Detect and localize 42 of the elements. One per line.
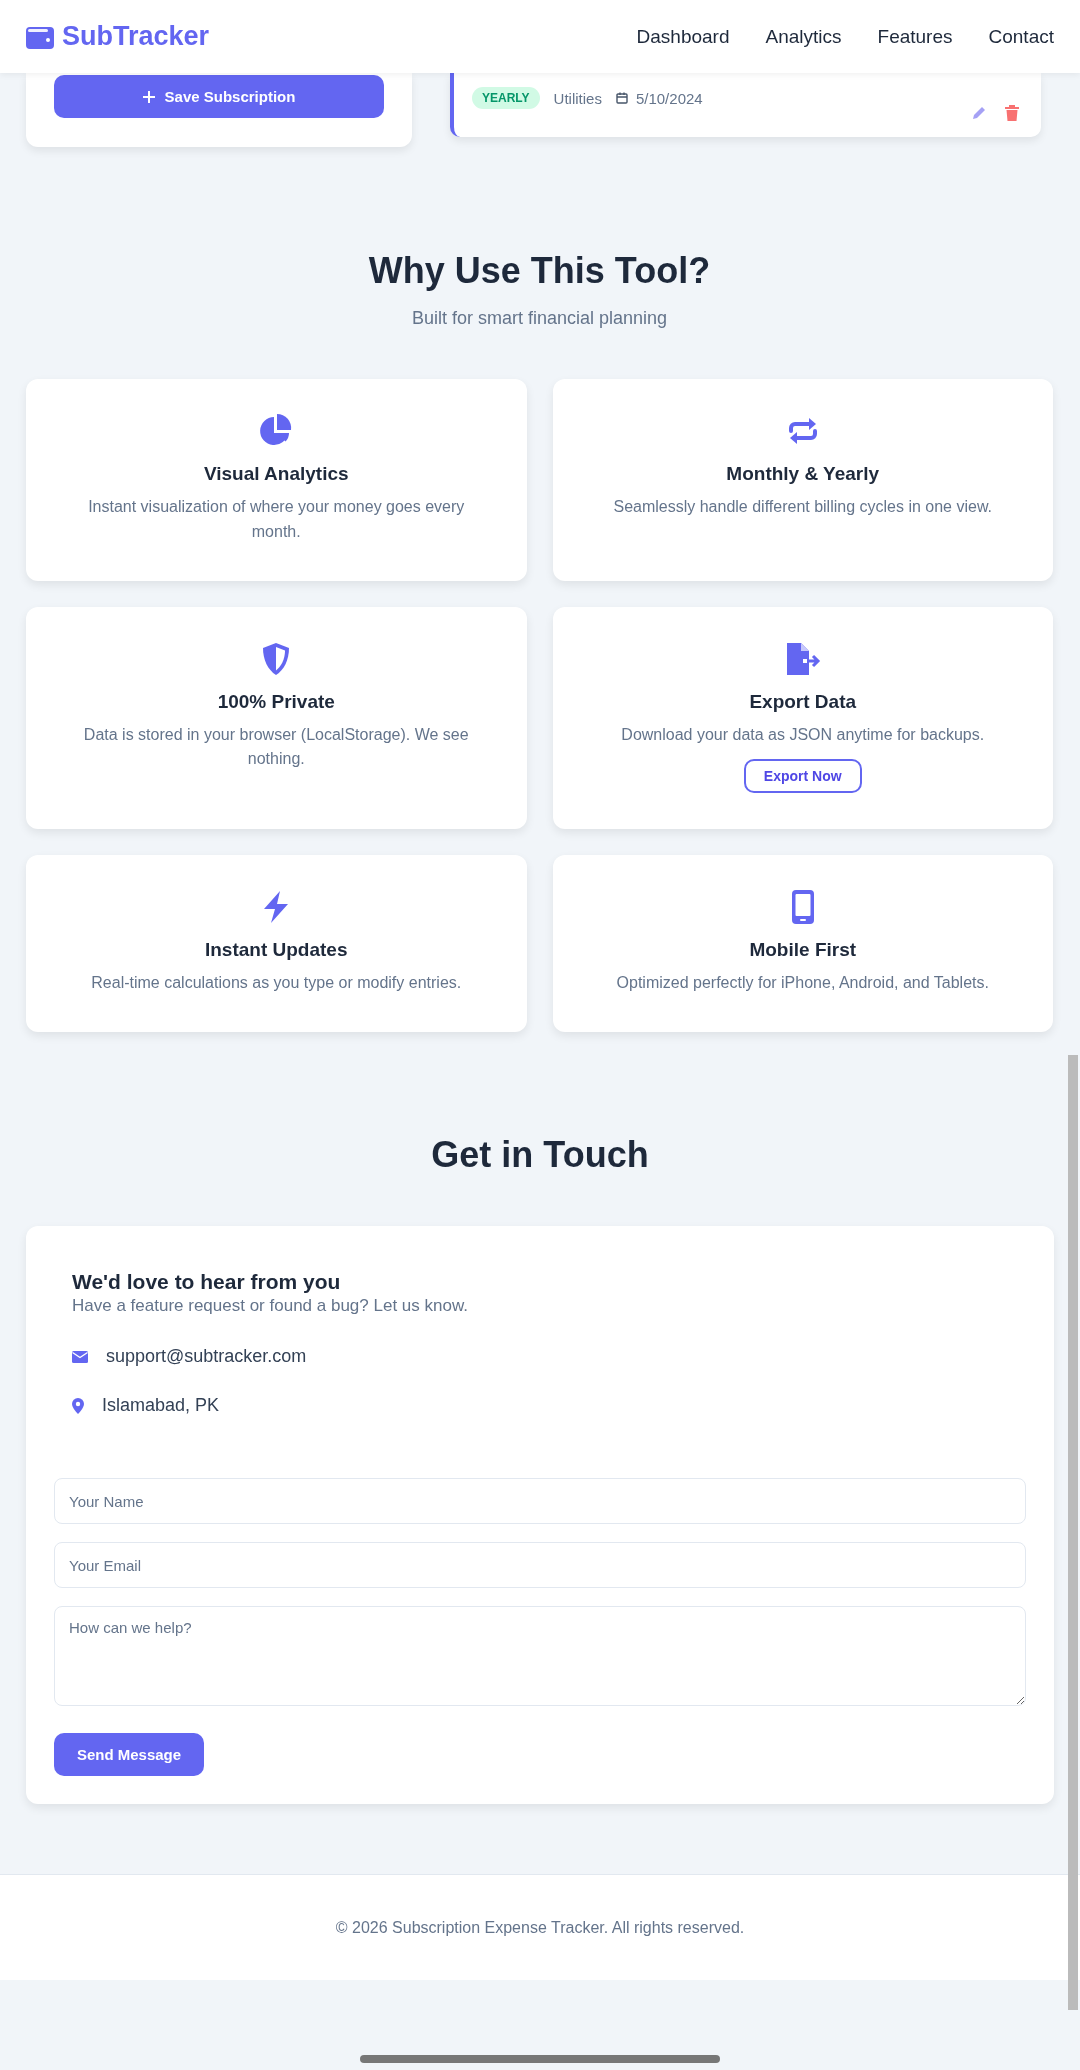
- plus-icon: [142, 90, 155, 103]
- email-text: support@subtracker.com: [106, 1346, 307, 1368]
- feature-description: Optimized perfectly for iPhone, Android, and Tablets.: [616, 973, 989, 994]
- footer-text: © 2026 Subscription Expense Tracker. All rights reserved.: [335, 1918, 745, 1937]
- feature-description: Instant visualization of where your money goes every month.: [87, 497, 466, 542]
- nav-link[interactable]: Features: [877, 25, 953, 48]
- input-field[interactable]: Your Email: [54, 1542, 1026, 1589]
- nav-link[interactable]: Dashboard: [636, 25, 730, 48]
- export-now-button[interactable]: Export Now: [743, 759, 862, 794]
- nav-link[interactable]: Contact: [988, 25, 1054, 48]
- feature-description: Download your data as JSON anytime for backups.: [621, 724, 985, 745]
- section-title: Why Use This Tool?: [367, 250, 712, 292]
- brand-name[interactable]: SubTracker: [62, 21, 210, 52]
- contact-heading: We'd love to hear from you: [72, 1270, 342, 1295]
- scrollbar-thumb[interactable]: [1068, 1055, 1078, 2010]
- section-subtitle: Built for smart financial planning: [410, 308, 669, 329]
- save-subscription-button[interactable]: Save Subscription: [54, 75, 384, 118]
- feature-description: Data is stored in your browser (LocalStorage). We see nothing.: [82, 724, 470, 770]
- category-text: Utilities: [553, 89, 602, 107]
- feature-title: Visual Analytics: [203, 463, 349, 485]
- send-message-button[interactable]: Send Message: [54, 1733, 204, 1777]
- location-pin-icon: [72, 1397, 84, 1414]
- wallet-icon: [26, 24, 54, 49]
- section-title: Get in Touch: [430, 1134, 650, 1177]
- feature-description: Seamlessly handle different billing cycles in one view.: [613, 497, 993, 517]
- envelope-icon: [72, 1350, 88, 1363]
- date-text: 5/10/2024: [635, 89, 703, 107]
- delete-icon[interactable]: [1005, 105, 1019, 121]
- billing-cycle-tag: YEARLY: [472, 87, 540, 109]
- edit-icon[interactable]: [971, 105, 987, 121]
- nav-link[interactable]: Analytics: [765, 25, 842, 48]
- feature-title: Instant Updates: [205, 939, 348, 962]
- message-field[interactable]: How can we help?: [54, 1606, 1026, 1707]
- feature-title: 100% Private: [217, 690, 335, 713]
- input-field[interactable]: Your Name: [54, 1478, 1026, 1525]
- location-text: Islamabad, PK: [102, 1395, 220, 1417]
- feature-title: Mobile First: [749, 939, 857, 962]
- feature-title: Monthly & Yearly: [726, 463, 880, 485]
- contact-text: Have a feature request or found a bug? Let us know.: [72, 1296, 469, 1317]
- feature-title: Export Data: [749, 690, 857, 713]
- calendar-icon: [615, 92, 628, 104]
- feature-description: Real-time calculations as you type or modify entries.: [91, 973, 462, 994]
